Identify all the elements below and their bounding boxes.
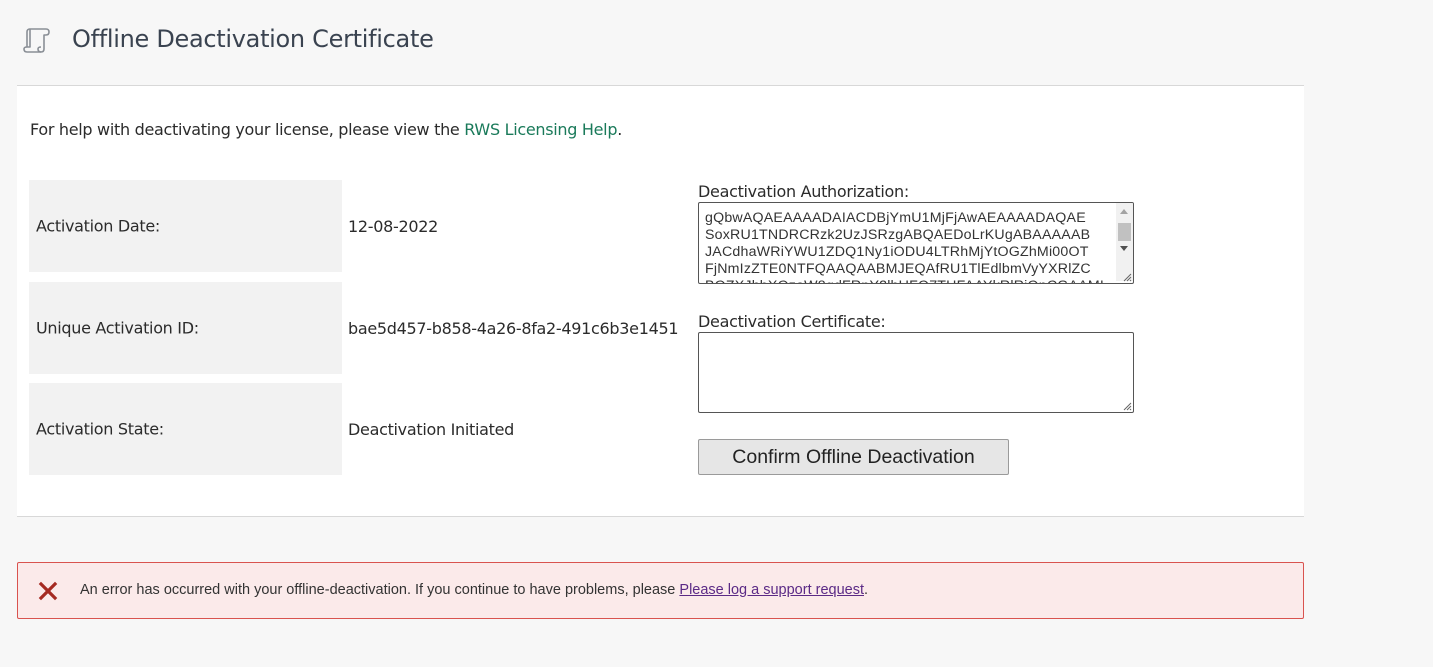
deactivation-certificate-label: Deactivation Certificate: (698, 312, 886, 331)
activation-state-value: Deactivation Initiated (348, 420, 514, 439)
error-message-suffix: . (864, 582, 869, 598)
help-text: For help with deactivating your license,… (30, 120, 622, 139)
certificate-scroll-icon (23, 28, 50, 53)
activation-date-label: Activation Date: (36, 216, 161, 236)
page-title: Offline Deactivation Certificate (72, 25, 434, 53)
deactivation-certificate-textarea[interactable] (698, 332, 1134, 413)
authorization-scrollbar[interactable] (1116, 203, 1133, 281)
scroll-up-arrow-icon[interactable] (1120, 209, 1128, 214)
error-x-icon (38, 581, 58, 601)
error-alert: An error has occurred with your offline-… (17, 562, 1304, 619)
deactivation-authorization-text: gQbwAQAEAAAADAIACDBjYmU1MjFjAwAEAAAADAQA… (705, 210, 1104, 283)
error-message-text: An error has occurred with your offline-… (80, 582, 680, 598)
activation-id-label: Unique Activation ID: (36, 318, 199, 338)
activation-state-label-cell: Activation State: (29, 383, 342, 475)
activation-date-value: 12-08-2022 (348, 217, 438, 236)
page: Offline Deactivation Certificate For hel… (0, 0, 1433, 667)
deactivation-authorization-label: Deactivation Authorization: (698, 182, 909, 201)
support-request-link[interactable]: Please log a support request (679, 582, 864, 598)
help-suffix: . (617, 120, 622, 139)
activation-state-label: Activation State: (36, 419, 164, 439)
scroll-down-arrow-icon[interactable] (1120, 246, 1128, 251)
resize-grip-icon[interactable] (1122, 272, 1132, 282)
main-panel: For help with deactivating your license,… (17, 86, 1304, 517)
help-prefix: For help with deactivating your license,… (30, 120, 465, 139)
error-message: An error has occurred with your offline-… (80, 582, 868, 598)
resize-grip-icon[interactable] (1122, 401, 1132, 411)
scroll-thumb[interactable] (1118, 223, 1131, 241)
deactivation-authorization-textarea[interactable]: gQbwAQAEAAAADAIACDBjYmU1MjFjAwAEAAAADAQA… (698, 202, 1134, 284)
confirm-offline-deactivation-button[interactable]: Confirm Offline Deactivation (698, 439, 1009, 475)
activation-date-label-cell: Activation Date: (29, 180, 342, 272)
licensing-help-link[interactable]: RWS Licensing Help (464, 120, 617, 139)
activation-id-label-cell: Unique Activation ID: (29, 282, 342, 374)
activation-id-value: bae5d457-b858-4a26-8fa2-491c6b3e1451 (348, 319, 679, 338)
page-header: Offline Deactivation Certificate (17, 0, 1304, 86)
